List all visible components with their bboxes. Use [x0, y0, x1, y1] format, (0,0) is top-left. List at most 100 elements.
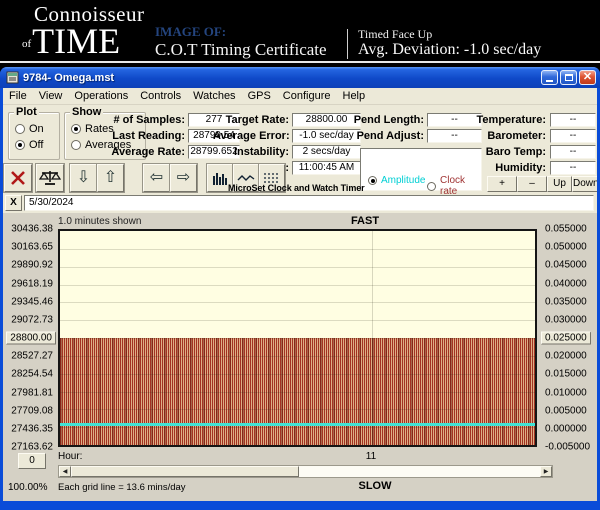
left-axis-label: 30163.65	[11, 242, 53, 253]
radio-icon	[427, 182, 436, 191]
left-axis-label: 28800.00	[6, 332, 56, 345]
plot-group-label: Plot	[14, 106, 39, 118]
arrow-up-icon: ⇧	[104, 170, 117, 186]
left-axis-label: 27163.62	[11, 442, 53, 453]
right-axis-label: 0.025000	[541, 332, 591, 345]
maximize-button[interactable]	[560, 70, 577, 85]
horizontal-gridline	[60, 356, 535, 357]
scroll-down-button[interactable]: ⇩	[70, 164, 97, 192]
left-axis-label: 27981.81	[11, 387, 53, 398]
clear-button[interactable]	[4, 164, 32, 192]
horizontal-scrollbar[interactable]: ◀ ▶	[58, 465, 553, 478]
right-axis-label: 0.050000	[545, 242, 587, 253]
temperature-value: --	[550, 113, 596, 127]
image-of-label: IMAGE OF:	[155, 24, 226, 40]
plot-area[interactable]	[58, 229, 537, 447]
left-axis-label: 29890.92	[11, 260, 53, 271]
menu-configure[interactable]: Configure	[277, 89, 337, 103]
amplitude-radio[interactable]: Amplitude	[368, 175, 425, 186]
amplitude-line	[60, 423, 535, 426]
radio-icon	[15, 124, 25, 134]
scroll-up-button[interactable]: ⇧	[97, 164, 124, 192]
certificate-header: Connoisseur ofTIME IMAGE OF: C.O.T Timin…	[0, 0, 600, 67]
header-divider	[347, 29, 348, 59]
scroll-right-button[interactable]: ⇨	[170, 164, 197, 192]
timed-face-up-label: Timed Face Up	[358, 27, 432, 42]
avg-deviation-label: Avg. Deviation: -1.0 sec/day	[358, 41, 541, 59]
left-axis-label: 30436.38	[11, 224, 53, 235]
scrollbar-track[interactable]	[299, 466, 540, 477]
horizontal-gridline	[60, 427, 535, 428]
baro-temp-label: Baro Temp:	[468, 146, 546, 158]
horizontal-gridline	[60, 249, 535, 250]
menu-file[interactable]: File	[3, 89, 33, 103]
logo-of: of	[22, 38, 31, 50]
target-rate-label: Target Rate:	[213, 114, 289, 126]
instability-value: 2 secs/day	[292, 145, 361, 159]
app-window: 9784- Omega.mst ✕ FileViewOperationsCont…	[0, 67, 600, 510]
display-mode-panel: Amplitude Clock rate	[360, 148, 482, 191]
left-axis-label: 28254.54	[11, 369, 53, 380]
plot-on-label: On	[29, 123, 44, 135]
scrollbar-thumb[interactable]	[71, 466, 299, 477]
horizontal-gridline	[60, 285, 535, 286]
menu-operations[interactable]: Operations	[68, 89, 134, 103]
left-axis-label: 29618.19	[11, 278, 53, 289]
scrollbar-right-arrow[interactable]: ▶	[540, 466, 552, 477]
minus-button[interactable]: –	[517, 176, 547, 192]
right-axis-label: -0.005000	[545, 442, 590, 453]
menu-help[interactable]: Help	[337, 89, 372, 103]
right-axis-label: 0.005000	[545, 405, 587, 416]
horizontal-gridline	[60, 392, 535, 393]
plot-on-radio[interactable]: On	[15, 123, 44, 135]
scroll-left-button[interactable]: ⇦	[143, 164, 170, 192]
minimize-button[interactable]	[541, 70, 558, 85]
radio-selected-icon	[368, 176, 377, 185]
menu-controls[interactable]: Controls	[134, 89, 187, 103]
menu-gps[interactable]: GPS	[242, 89, 277, 103]
menu-bar: FileViewOperationsControlsWatchesGPSConf…	[3, 88, 597, 105]
pend-length-label: Pend Length:	[348, 114, 424, 126]
title-bar[interactable]: 9784- Omega.mst ✕	[0, 67, 600, 88]
zoom-percent-label: 100.00%	[8, 482, 47, 493]
left-axis-label: 29072.73	[11, 314, 53, 325]
barometer-label: Barometer:	[468, 130, 546, 142]
zero-button[interactable]: 0	[18, 453, 46, 469]
scrollbar-left-arrow[interactable]: ◀	[59, 466, 71, 477]
left-axis-label: 27436.35	[11, 423, 53, 434]
menu-watches[interactable]: Watches	[187, 89, 241, 103]
pend-adjust-label: Pend Adjust:	[348, 130, 424, 142]
microset-caption: MicroSet Clock and Watch Timer	[228, 183, 365, 193]
balance-button[interactable]	[36, 164, 64, 192]
microset-app: Connoisseur ofTIME IMAGE OF: C.O.T Timin…	[0, 0, 600, 510]
arrow-left-icon: ⇦	[150, 170, 163, 186]
show-group-label: Show	[70, 106, 103, 118]
date-close-button[interactable]: X	[5, 195, 22, 211]
horizontal-gridline	[60, 267, 535, 268]
average-rate-label: Average Rate:	[103, 146, 185, 158]
left-axis-label: 27709.08	[11, 405, 53, 416]
up-button[interactable]: Up	[547, 176, 572, 192]
right-axis-label: 0.040000	[545, 278, 587, 289]
header-rule	[0, 61, 600, 63]
slow-label: SLOW	[325, 480, 425, 492]
arrow-down-icon: ⇩	[77, 170, 90, 186]
grid-note-label: Each grid line = 13.6 mins/day	[58, 482, 186, 493]
hour-label: Hour:	[58, 451, 82, 462]
close-button[interactable]: ✕	[579, 70, 596, 85]
right-axis-label: 0.045000	[545, 260, 587, 271]
current-time-value: 11:00:45 AM	[292, 161, 361, 175]
minimize-icon	[546, 80, 553, 82]
horizontal-gridline	[60, 409, 535, 410]
logo-line2: ofTIME	[22, 23, 145, 59]
date-field[interactable]: 5/30/2024	[24, 195, 594, 211]
plot-off-radio[interactable]: Off	[15, 139, 43, 151]
horizontal-gridline	[60, 302, 535, 303]
app-icon	[6, 71, 19, 84]
window-title: 9784- Omega.mst	[23, 72, 541, 84]
right-axis-label: 0.010000	[545, 387, 587, 398]
plus-button[interactable]: +	[487, 176, 517, 192]
horizontal-gridline	[60, 320, 535, 321]
menu-view[interactable]: View	[33, 89, 69, 103]
down-button[interactable]: Down	[572, 176, 597, 192]
